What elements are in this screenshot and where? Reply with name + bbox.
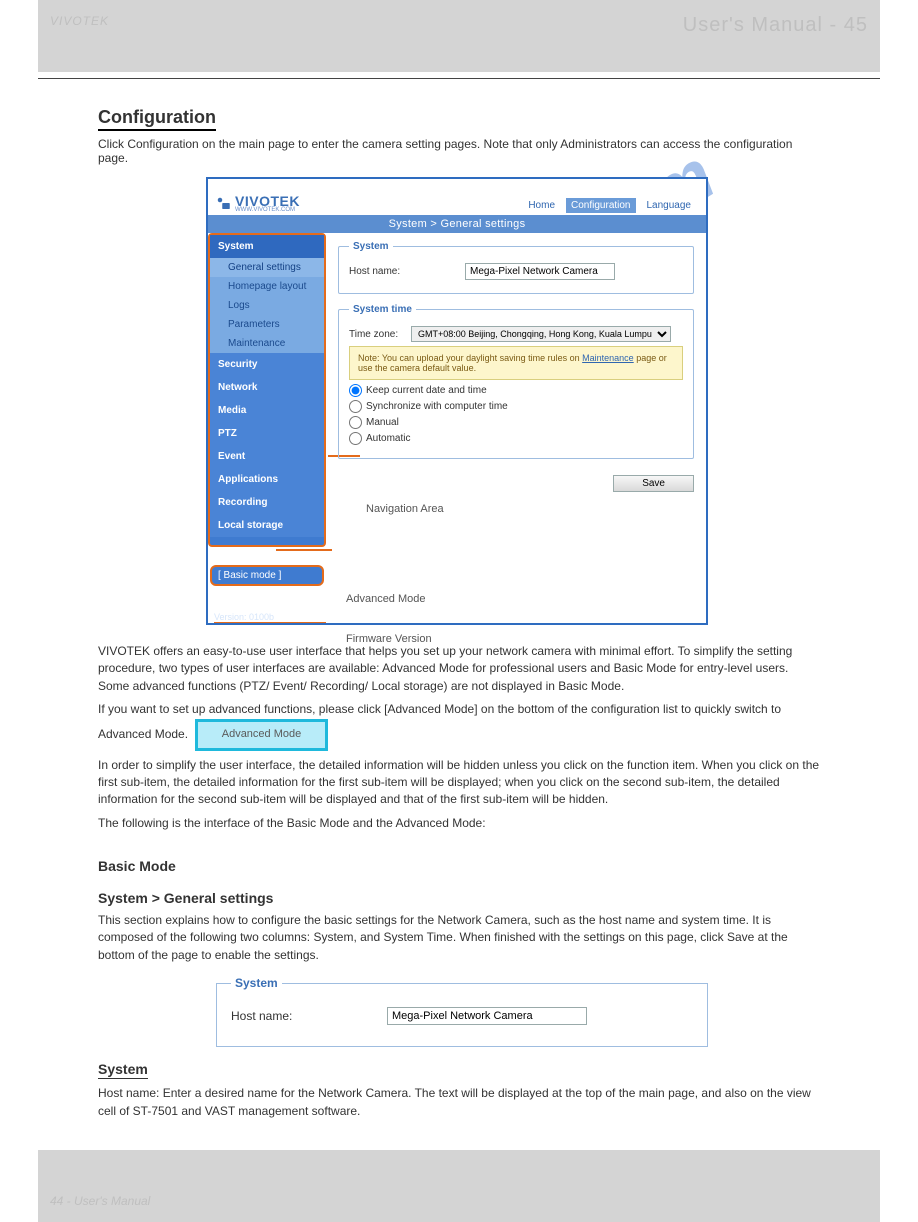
radio-automatic[interactable] [349, 432, 362, 445]
save-button[interactable]: Save [613, 475, 694, 492]
dst-note-pre: Note: You can upload your daylight savin… [358, 353, 582, 363]
radio-keep-current[interactable] [349, 384, 362, 397]
radio-keep-current-label: Keep current date and time [366, 385, 487, 396]
sidebar-sub-parameters[interactable]: Parameters [210, 315, 324, 334]
sidebar: System General settings Homepage layout … [208, 233, 326, 547]
fig2-hostname-input[interactable] [387, 1007, 587, 1025]
nav-configuration[interactable]: Configuration [566, 198, 635, 213]
fig2-fieldset: System Host name: [216, 976, 708, 1047]
sidebar-item-ptz[interactable]: PTZ [210, 422, 324, 445]
header-nav: Home Configuration Language [523, 198, 696, 213]
frame-header: VIVOTEK WWW.VIVOTEK.COM Home Configurati… [208, 179, 706, 215]
panel-system: System Host name: [338, 241, 694, 294]
sidebar-item-media[interactable]: Media [210, 399, 324, 422]
hostname-input[interactable] [465, 263, 615, 280]
page-bottom-bar: 44 - User's Manual [38, 1150, 880, 1222]
intro-paragraph: Click Configuration on the main page to … [98, 137, 820, 165]
timezone-select[interactable]: GMT+08:00 Beijing, Chongqing, Hong Kong,… [411, 326, 671, 342]
sidebar-item-recording[interactable]: Recording [210, 491, 324, 514]
timezone-label: Time zone: [349, 329, 405, 340]
sidebar-item-applications[interactable]: Applications [210, 468, 324, 491]
top-bar-right: User's Manual - 45 [683, 14, 868, 37]
para-interface-intro: The following is the interface of the Ba… [98, 815, 820, 832]
system-panel-figure: System Host name: [216, 976, 708, 1047]
panel-system-time-legend: System time [349, 304, 416, 315]
sidebar-item-system[interactable]: System [210, 235, 324, 258]
sidebar-item-security[interactable]: Security [210, 353, 324, 376]
nav-home[interactable]: Home [523, 198, 560, 213]
logo: VIVOTEK WWW.VIVOTEK.COM [214, 193, 300, 213]
hostname-label: Host name: [349, 266, 459, 277]
system-general-para: This section explains how to configure t… [98, 912, 820, 964]
top-rule [38, 78, 880, 79]
callout-label-mode: Advanced Mode [346, 593, 426, 605]
radio-sync-computer-label: Synchronize with computer time [366, 401, 508, 412]
hostname-para: Host name: Enter a desired name for the … [98, 1085, 820, 1120]
fig2-legend: System [231, 976, 282, 990]
bottom-bar-left: 44 - User's Manual [50, 1194, 150, 1208]
sidebar-sub-logs[interactable]: Logs [210, 296, 324, 315]
advanced-mode-button[interactable]: Advanced Mode [195, 719, 329, 751]
firmware-version: Version: 0100b [214, 612, 326, 623]
para-overview-1: VIVOTEK offers an easy-to-use user inter… [98, 643, 820, 695]
dst-note: Note: You can upload your daylight savin… [349, 346, 683, 380]
system-subhead: System [98, 1061, 820, 1079]
radio-sync-computer[interactable] [349, 400, 362, 413]
radio-manual-label: Manual [366, 417, 399, 428]
system-general-heading: System > General settings [98, 890, 820, 906]
sidebar-sub-maintenance[interactable]: Maintenance [210, 334, 324, 353]
logo-sub: WWW.VIVOTEK.COM [235, 207, 300, 213]
sidebar-item-network[interactable]: Network [210, 376, 324, 399]
basic-mode-button[interactable]: [ Basic mode ] [210, 565, 324, 586]
section-title: Configuration [98, 107, 820, 131]
logo-icon [214, 194, 232, 212]
page-top-bar: VIVOTEK User's Manual - 45 [38, 0, 880, 72]
radio-automatic-label: Automatic [366, 433, 410, 444]
callout-label-nav: Navigation Area [366, 503, 444, 515]
panel-system-legend: System [349, 241, 393, 252]
breadcrumb-banner: System > General settings [208, 215, 706, 233]
sidebar-item-local-storage[interactable]: Local storage [210, 514, 324, 537]
dst-note-link[interactable]: Maintenance [582, 353, 634, 363]
para-overview-2: If you want to set up advanced functions… [98, 701, 820, 750]
config-screenshot: VIVOTEK WWW.VIVOTEK.COM Home Configurati… [206, 177, 708, 625]
panel-system-time: System time Time zone: GMT+08:00 Beijing… [338, 304, 694, 459]
callout-label-fw: Firmware Version [346, 633, 432, 645]
callout-line-mode [276, 549, 332, 551]
para-ui-behavior: In order to simplify the user interface,… [98, 757, 820, 809]
sidebar-sub-general-settings[interactable]: General settings [210, 258, 324, 277]
basic-mode-heading: Basic Mode [98, 858, 820, 874]
nav-language[interactable]: Language [642, 198, 697, 213]
fig2-hostname-label: Host name: [231, 1009, 381, 1023]
radio-manual[interactable] [349, 416, 362, 429]
sidebar-item-event[interactable]: Event [210, 445, 324, 468]
sidebar-sub-homepage-layout[interactable]: Homepage layout [210, 277, 324, 296]
top-bar-left: VIVOTEK [50, 14, 109, 28]
panel-area: System Host name: System time Time zone:… [326, 233, 706, 623]
